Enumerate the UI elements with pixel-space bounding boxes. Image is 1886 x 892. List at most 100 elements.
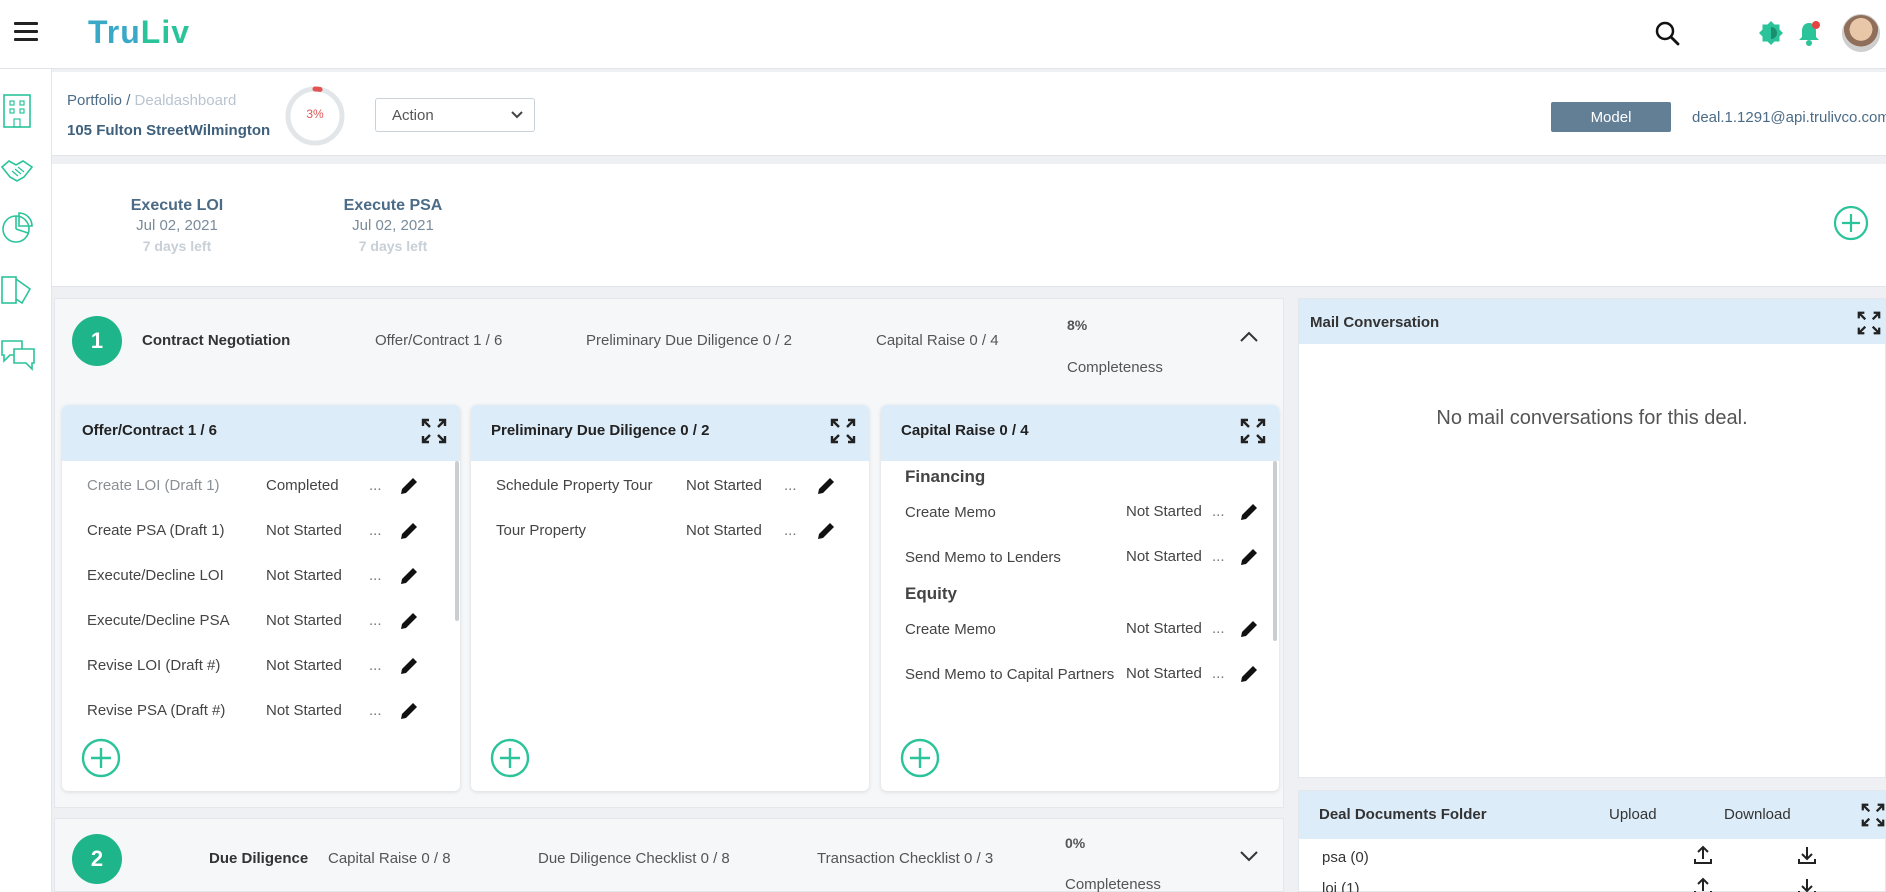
milestone-execute-psa[interactable]: Execute PSA Jul 02, 2021 7 days left	[333, 196, 453, 256]
logo-text-a: Tru	[88, 14, 141, 50]
search-icon[interactable]	[1652, 18, 1682, 48]
edit-pencil-icon[interactable]	[1238, 546, 1262, 570]
expand-icon[interactable]	[1239, 417, 1269, 447]
app-logo[interactable]: TruLiv	[88, 14, 190, 51]
task-more-menu[interactable]: ...	[784, 477, 797, 494]
phase-completeness-label: Completeness	[1065, 876, 1161, 892]
task-name[interactable]: Send Memo to Lenders	[905, 549, 1061, 566]
task-more-menu[interactable]: ...	[369, 477, 382, 494]
phase-title: Due Diligence	[209, 850, 309, 867]
folder-name[interactable]: loi (1)	[1322, 880, 1360, 892]
edit-pencil-icon[interactable]	[398, 610, 422, 634]
edit-pencil-icon[interactable]	[1238, 501, 1262, 525]
capital-raise-card: Capital Raise 0 / 4 Financing Create Mem…	[881, 405, 1279, 791]
phase-due-diligence: 2 Due Diligence Capital Raise 0 / 8 Due …	[54, 818, 1284, 892]
edit-pencil-icon[interactable]	[815, 475, 839, 499]
breadcrumb-portfolio[interactable]: Portfolio	[67, 92, 122, 109]
expand-icon[interactable]	[1856, 310, 1882, 336]
download-icon[interactable]	[1796, 844, 1820, 868]
edit-pencil-icon[interactable]	[1238, 618, 1262, 642]
task-name[interactable]: Execute/Decline PSA	[87, 612, 230, 629]
menu-icon[interactable]	[14, 22, 38, 42]
model-button[interactable]: Model	[1551, 102, 1671, 132]
task-status: Not Started	[266, 657, 342, 674]
task-more-menu[interactable]: ...	[1212, 503, 1225, 520]
expand-icon[interactable]	[1860, 802, 1886, 828]
pie-chart-icon[interactable]	[0, 211, 34, 245]
task-status: Not Started	[266, 522, 342, 539]
task-name[interactable]: Send Memo to Capital Partners	[905, 666, 1114, 683]
task-name[interactable]: Create LOI (Draft 1)	[87, 477, 220, 494]
task-more-menu[interactable]: ...	[784, 522, 797, 539]
expand-icon[interactable]	[420, 417, 450, 447]
task-more-menu[interactable]: ...	[369, 567, 382, 584]
group-equity-heading: Equity	[905, 584, 957, 603]
add-task-plus-icon[interactable]	[489, 737, 531, 779]
edit-pencil-icon[interactable]	[398, 655, 422, 679]
task-more-menu[interactable]: ...	[1212, 665, 1225, 682]
task-more-menu[interactable]: ...	[1212, 620, 1225, 637]
handshake-icon[interactable]	[0, 155, 34, 189]
edit-pencil-icon[interactable]	[398, 475, 422, 499]
collapse-chevron-up-icon[interactable]	[1237, 327, 1263, 349]
download-link[interactable]: Download	[1724, 806, 1791, 823]
edit-pencil-icon[interactable]	[398, 520, 422, 544]
milestone-title: Execute LOI	[130, 197, 224, 214]
task-status: Not Started	[1126, 620, 1202, 637]
task-name[interactable]: Schedule Property Tour	[496, 477, 652, 494]
milestone-title: Execute PSA	[343, 197, 443, 214]
task-more-menu[interactable]: ...	[369, 612, 382, 629]
map-icon[interactable]	[0, 273, 34, 307]
upload-link[interactable]: Upload	[1609, 806, 1657, 823]
edit-pencil-icon[interactable]	[1238, 663, 1262, 687]
download-icon[interactable]	[1796, 876, 1820, 892]
task-name[interactable]: Create Memo	[905, 504, 996, 521]
task-status: Not Started	[266, 567, 342, 584]
task-status: Not Started	[1126, 548, 1202, 565]
card-title: Preliminary Due Diligence 0 / 2	[471, 405, 869, 461]
task-status: Not Started	[686, 477, 762, 494]
theme-toggle-icon[interactable]	[1756, 18, 1786, 48]
upload-icon[interactable]	[1692, 876, 1716, 892]
task-more-menu[interactable]: ...	[369, 657, 382, 674]
task-name[interactable]: Tour Property	[496, 522, 586, 539]
deal-progress-ring: 3%	[284, 85, 346, 147]
phase-summary-transaction: Transaction Checklist 0 / 3	[817, 850, 994, 867]
notification-bell-icon[interactable]	[1794, 18, 1824, 48]
task-name[interactable]: Create Memo	[905, 621, 996, 638]
add-task-plus-icon[interactable]	[80, 737, 122, 779]
phase-summary-capital: Capital Raise 0 / 8	[328, 850, 451, 867]
expand-chevron-down-icon[interactable]	[1237, 847, 1263, 869]
edit-pencil-icon[interactable]	[398, 565, 422, 589]
add-task-plus-icon[interactable]	[899, 737, 941, 779]
phase-completeness-label: Completeness	[1067, 359, 1163, 376]
task-more-menu[interactable]: ...	[369, 702, 382, 719]
add-milestone-plus-icon[interactable]	[1832, 204, 1872, 244]
task-name[interactable]: Execute/Decline LOI	[87, 567, 224, 584]
folder-name[interactable]: psa (0)	[1322, 849, 1369, 866]
task-more-menu[interactable]: ...	[369, 522, 382, 539]
edit-pencil-icon[interactable]	[815, 520, 839, 544]
task-status: Completed	[266, 477, 339, 494]
task-name[interactable]: Revise PSA (Draft #)	[87, 702, 225, 719]
user-avatar[interactable]	[1842, 14, 1880, 52]
milestone-execute-loi[interactable]: Execute LOI Jul 02, 2021 7 days left	[117, 196, 237, 256]
upload-icon[interactable]	[1692, 844, 1716, 868]
expand-icon[interactable]	[829, 417, 859, 447]
action-select[interactable]: Action	[375, 98, 535, 132]
task-more-menu[interactable]: ...	[1212, 548, 1225, 565]
task-status: Not Started	[266, 702, 342, 719]
phase-summary-prelim: Preliminary Due Diligence 0 / 2	[586, 332, 792, 349]
task-status: Not Started	[266, 612, 342, 629]
card-scrollbar[interactable]	[455, 461, 459, 621]
phase-summary-offer: Offer/Contract 1 / 6	[375, 332, 503, 349]
chat-icon[interactable]	[0, 337, 35, 371]
task-name[interactable]: Create PSA (Draft 1)	[87, 522, 225, 539]
action-select-value: Action	[392, 106, 434, 124]
offer-contract-card: Offer/Contract 1 / 6 Create LOI (Draft 1…	[62, 405, 460, 791]
mail-panel-title: Mail Conversation	[1299, 299, 1885, 344]
building-icon[interactable]	[0, 93, 34, 128]
card-scrollbar[interactable]	[1273, 461, 1277, 641]
task-name[interactable]: Revise LOI (Draft #)	[87, 657, 220, 674]
edit-pencil-icon[interactable]	[398, 700, 422, 724]
